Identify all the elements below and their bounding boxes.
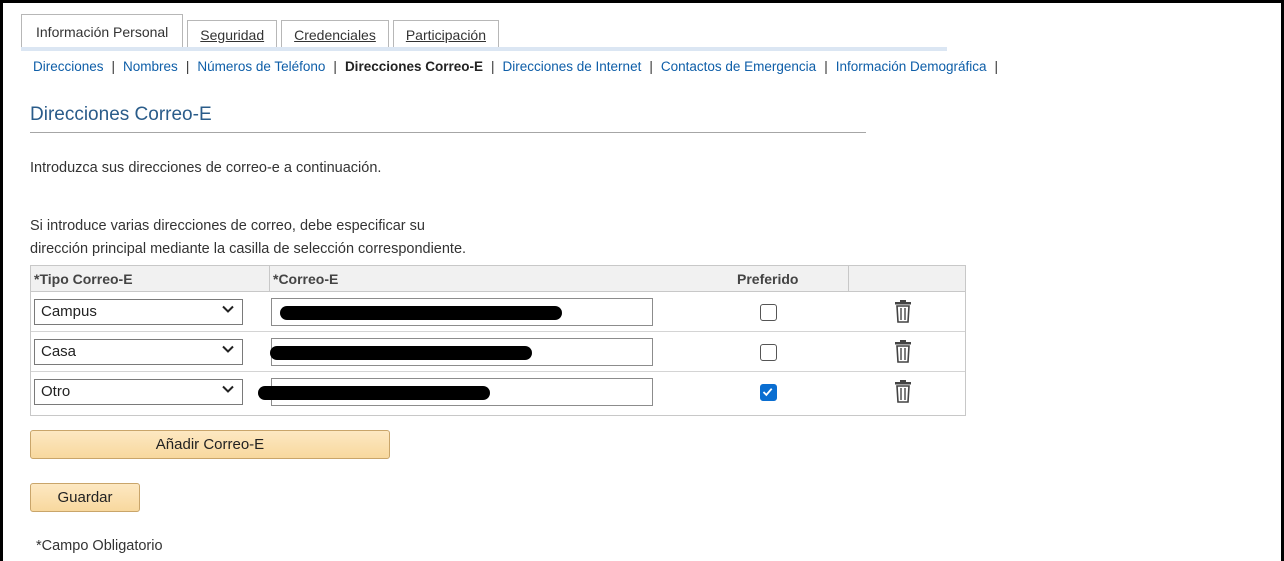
redaction-mark bbox=[280, 306, 562, 320]
trash-icon[interactable] bbox=[893, 380, 913, 403]
instruction-line-2: dirección principal mediante la casilla … bbox=[30, 241, 467, 257]
separator: | bbox=[185, 59, 190, 74]
separator: | bbox=[824, 59, 828, 74]
tab-informacion-personal[interactable]: Información Personal bbox=[21, 14, 184, 48]
email-input[interactable] bbox=[258, 378, 653, 406]
tab-seguridad[interactable]: Seguridad bbox=[187, 20, 278, 48]
email-type-select[interactable]: Casa bbox=[34, 339, 243, 365]
email-table: *Tipo Correo-E *Correo-E Preferido Campu… bbox=[30, 265, 966, 416]
separator: | bbox=[333, 59, 337, 74]
tab-underline bbox=[21, 47, 947, 51]
page-title: Direcciones Correo-E bbox=[30, 104, 212, 125]
tab-participacion[interactable]: Participación bbox=[392, 20, 499, 48]
tab-label: Información Personal bbox=[36, 23, 169, 40]
preferred-checkbox[interactable] bbox=[760, 304, 777, 321]
tab-credenciales[interactable]: Credenciales bbox=[281, 20, 389, 48]
title-divider bbox=[30, 132, 866, 133]
instruction-line-1: Si introduce varias direcciones de corre… bbox=[30, 218, 425, 234]
subnav-direcciones[interactable]: Direcciones bbox=[33, 59, 104, 74]
separator: | bbox=[111, 59, 116, 74]
header-preferido: Preferido bbox=[737, 271, 799, 287]
save-button[interactable]: Guardar bbox=[30, 483, 140, 512]
column-divider bbox=[269, 266, 270, 291]
separator: | bbox=[490, 59, 495, 74]
instruction-text: Si introduce varias direcciones de corre… bbox=[30, 215, 630, 261]
tab-label: Credenciales bbox=[294, 26, 376, 43]
subnav-informacion-demografica[interactable]: Información Demográfica bbox=[836, 59, 987, 74]
header-tipo-correo: *Tipo Correo-E bbox=[34, 271, 133, 287]
email-type-select[interactable]: Campus bbox=[34, 299, 243, 325]
subnav-direcciones-correo[interactable]: Direcciones Correo-E bbox=[345, 59, 483, 74]
required-field-note: *Campo Obligatorio bbox=[36, 538, 163, 554]
subnav-nombres[interactable]: Nombres bbox=[123, 59, 178, 74]
email-input[interactable] bbox=[271, 298, 653, 326]
tab-bar: Información Personal Seguridad Credencia… bbox=[21, 14, 503, 48]
email-type-select[interactable]: Otro bbox=[34, 379, 243, 405]
subnav-direcciones-internet[interactable]: Direcciones de Internet bbox=[503, 59, 642, 74]
redaction-mark bbox=[258, 386, 490, 400]
separator: | bbox=[994, 59, 999, 74]
add-email-button[interactable]: Añadir Correo-E bbox=[30, 430, 390, 459]
chevron-down-icon bbox=[222, 305, 234, 313]
tab-label: Seguridad bbox=[200, 26, 265, 43]
table-row: Casa bbox=[31, 332, 965, 372]
checkmark-icon bbox=[762, 388, 773, 397]
table-row: Otro bbox=[31, 372, 965, 412]
preferred-checkbox[interactable] bbox=[760, 344, 777, 361]
intro-text: Introduzca sus direcciones de correo-e a… bbox=[30, 160, 382, 176]
select-value: Otro bbox=[41, 383, 71, 400]
chevron-down-icon bbox=[222, 345, 234, 353]
email-input[interactable] bbox=[270, 338, 653, 366]
select-value: Campus bbox=[41, 303, 97, 320]
subnav-numeros-telefono[interactable]: Números de Teléfono bbox=[197, 59, 325, 74]
chevron-down-icon bbox=[222, 385, 234, 393]
trash-icon[interactable] bbox=[893, 340, 913, 363]
table-header: *Tipo Correo-E *Correo-E Preferido bbox=[31, 266, 965, 292]
preferred-checkbox[interactable] bbox=[760, 384, 777, 401]
sub-navigation: Direcciones | Nombres | Números de Teléfono |… bbox=[33, 59, 1006, 74]
table-row: Campus bbox=[31, 292, 965, 332]
window-frame: Información Personal Seguridad Credencia… bbox=[0, 0, 1284, 561]
column-divider bbox=[848, 266, 849, 291]
separator: | bbox=[649, 59, 653, 74]
tab-label: Participación bbox=[405, 26, 486, 43]
subnav-contactos-emergencia[interactable]: Contactos de Emergencia bbox=[661, 59, 816, 74]
trash-icon[interactable] bbox=[893, 300, 913, 323]
select-value: Casa bbox=[41, 343, 77, 360]
redaction-mark bbox=[270, 346, 532, 360]
header-correo: *Correo-E bbox=[273, 271, 339, 287]
